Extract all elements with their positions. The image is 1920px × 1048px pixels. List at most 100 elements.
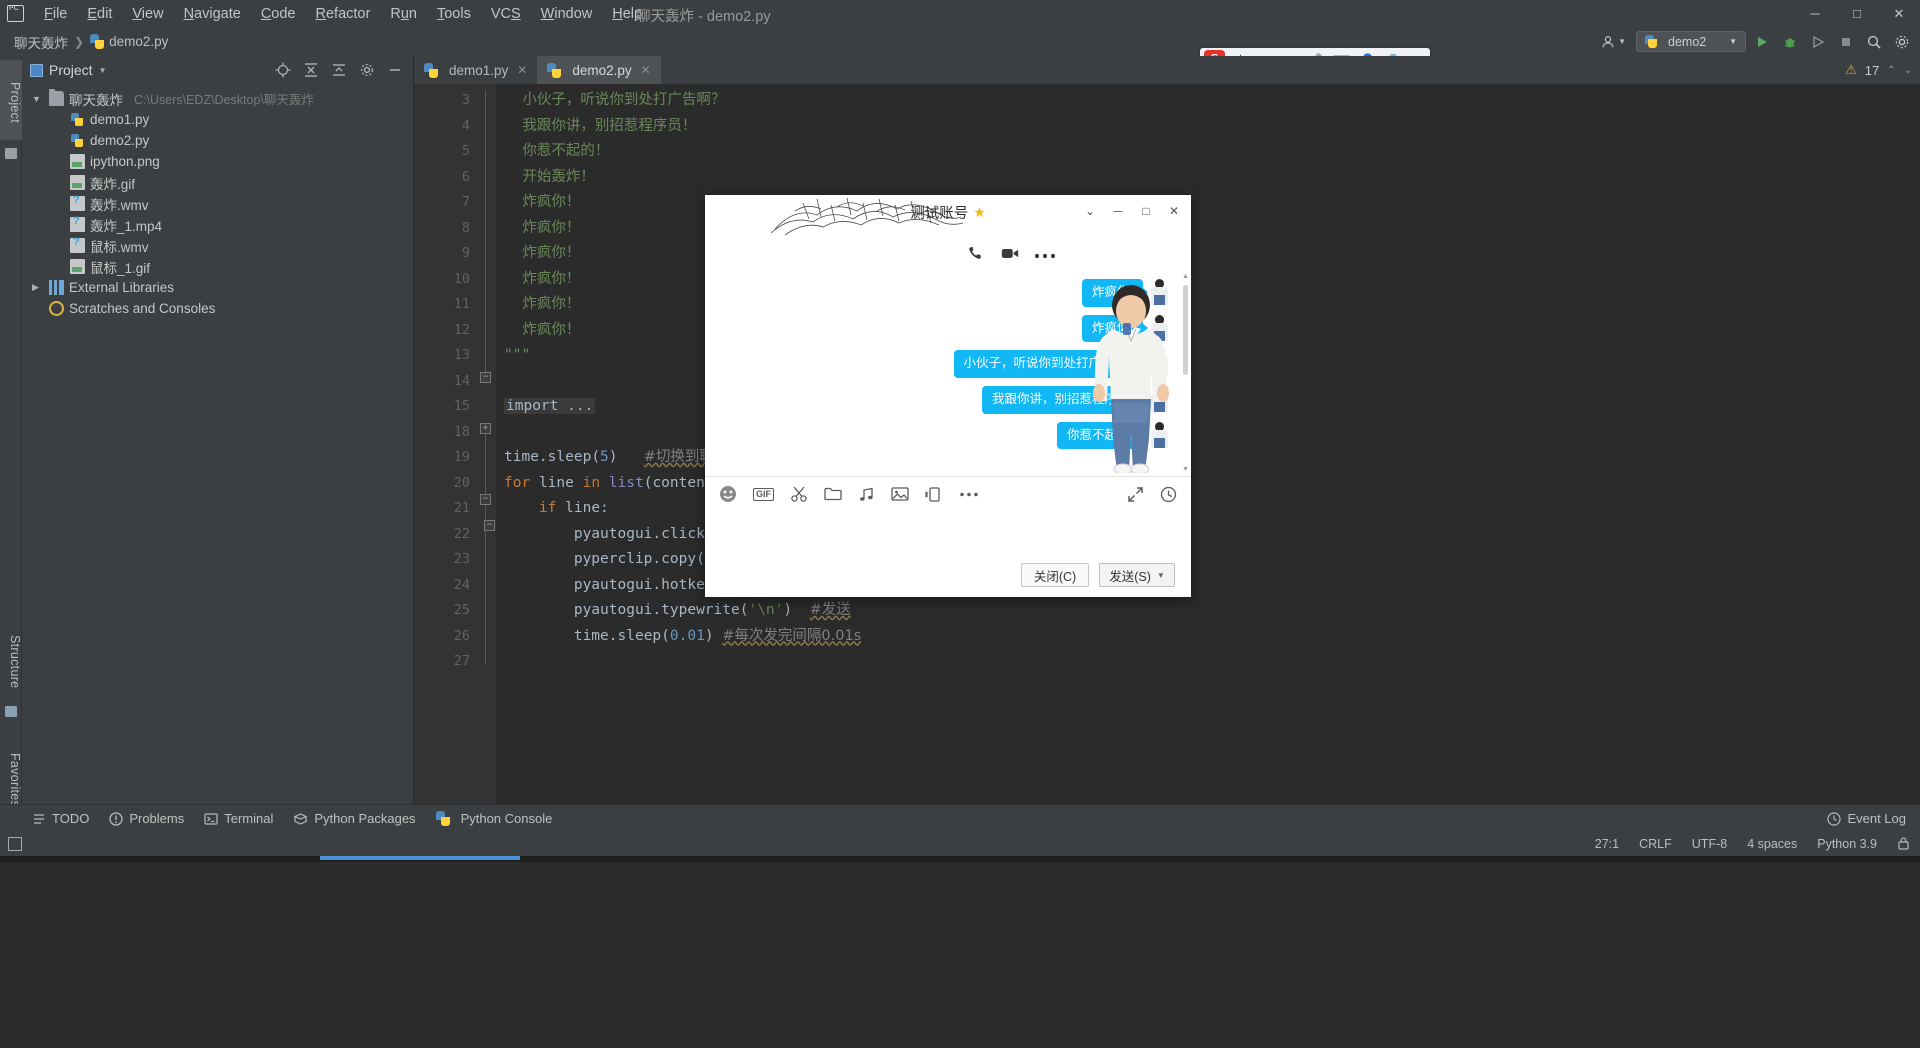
locate-file-icon[interactable] <box>275 62 291 78</box>
menu-run[interactable]: Run <box>380 3 427 25</box>
star-icon[interactable]: ★ <box>973 204 986 221</box>
image-icon[interactable] <box>891 486 909 502</box>
emoji-icon[interactable] <box>719 485 737 503</box>
hide-panel-icon[interactable] <box>387 62 403 78</box>
scroll-up-icon[interactable]: ▲ <box>1182 273 1189 280</box>
chat-collapse-button[interactable]: ⌄ <box>1077 200 1103 222</box>
minimize-button[interactable]: ─ <box>1794 0 1836 27</box>
toggle-toolwindows-icon[interactable] <box>8 837 22 851</box>
settings-gear-icon[interactable] <box>359 62 375 78</box>
fold-marker-for[interactable]: − <box>480 494 491 505</box>
chat-message-input[interactable] <box>705 511 1191 553</box>
chevron-down-icon[interactable]: ▼ <box>1157 571 1165 580</box>
close-button[interactable]: ✕ <box>1878 0 1920 27</box>
send-message-button[interactable]: 发送(S) ▼ <box>1099 563 1175 587</box>
sidebar-strip-structure[interactable]: Structure <box>0 616 22 702</box>
caret-position[interactable]: 27:1 <box>1595 837 1619 851</box>
breadcrumb-project[interactable]: 聊天轰炸 <box>14 32 68 52</box>
chat-scrollbar[interactable]: ▲ ▼ <box>1182 273 1189 473</box>
maximize-button[interactable]: □ <box>1836 0 1878 27</box>
menu-window[interactable]: Window <box>531 3 603 25</box>
chat-maximize-button[interactable]: □ <box>1133 200 1159 222</box>
tree-item[interactable]: ▼ 聊天轰炸 C:\Users\EDZ\Desktop\聊天轰炸 <box>22 88 413 109</box>
bottom-item-python-packages[interactable]: Python Packages <box>293 811 416 826</box>
event-log-button[interactable]: Event Log <box>1827 811 1906 826</box>
fold-marker-if[interactable]: − <box>484 520 495 531</box>
tab-demo2[interactable]: demo2.py ✕ <box>537 56 661 84</box>
more-icon[interactable] <box>959 491 979 498</box>
chevron-down-icon[interactable]: ▼ <box>99 66 107 75</box>
expand-all-icon[interactable] <box>303 62 319 78</box>
menu-vcs[interactable]: VCS <box>481 3 531 25</box>
chat-window[interactable]: 测试账号 ★ ⌄ ─ □ ✕ 炸疯你! 炸疯你! 小伙子，听说你到处打广告啊? 我跟你… <box>705 195 1191 597</box>
menu-refactor[interactable]: Refactor <box>306 3 381 25</box>
tree-item[interactable]: demo1.py <box>22 109 413 130</box>
tree-item[interactable]: 轰炸.gif <box>22 172 413 193</box>
chevron-down-icon[interactable]: ▼ <box>32 94 44 104</box>
folder-icon[interactable] <box>824 486 842 502</box>
tree-item[interactable]: ipython.png <box>22 151 413 172</box>
scrollbar-thumb[interactable] <box>1183 285 1188 375</box>
chevron-down-icon[interactable]: ⌄ <box>1904 65 1912 76</box>
editor-inspection-status[interactable]: ⚠ 17 ⌃ ⌄ <box>1845 56 1912 84</box>
editor-marker-strip[interactable] <box>1907 112 1920 804</box>
fold-marker-docstring[interactable]: − <box>480 372 491 383</box>
debug-icon[interactable] <box>1778 30 1802 54</box>
shake-window-icon[interactable] <box>925 486 943 503</box>
menu-tools[interactable]: Tools <box>427 3 481 25</box>
stop-icon[interactable] <box>1834 30 1858 54</box>
tree-item[interactable]: Scratches and Consoles <box>22 298 413 319</box>
chat-minimize-button[interactable]: ─ <box>1105 200 1131 222</box>
run-icon[interactable] <box>1750 30 1774 54</box>
chevron-right-icon[interactable]: ▶ <box>32 282 44 293</box>
tree-item[interactable]: ▶ External Libraries <box>22 277 413 298</box>
close-chat-button[interactable]: 关闭(C) <box>1021 563 1089 587</box>
menu-code[interactable]: Code <box>251 3 306 25</box>
tree-item[interactable]: demo2.py <box>22 130 413 151</box>
sidebar-strip-project[interactable]: Project <box>0 60 22 140</box>
gif-icon[interactable]: GIF <box>753 487 774 501</box>
tree-item[interactable]: 鼠标.wmv <box>22 235 413 256</box>
screenshot-scissors-icon[interactable] <box>790 485 808 503</box>
tree-item[interactable]: 鼠标_1.gif <box>22 256 413 277</box>
structure-strip-icon[interactable] <box>5 706 17 717</box>
menu-view[interactable]: View <box>122 3 173 25</box>
line-separator[interactable]: CRLF <box>1639 837 1672 851</box>
tree-item[interactable]: 轰炸.wmv <box>22 193 413 214</box>
fullscreen-icon[interactable] <box>1127 486 1144 503</box>
user-account-button[interactable]: ▼ <box>1595 33 1632 51</box>
coverage-icon[interactable] <box>1806 30 1830 54</box>
menu-navigate[interactable]: Navigate <box>174 3 251 25</box>
run-configuration-selector[interactable]: demo2 ▼ <box>1636 31 1746 52</box>
phone-call-icon[interactable] <box>967 244 986 267</box>
python-interpreter[interactable]: Python 3.9 <box>1817 837 1877 851</box>
collapse-all-icon[interactable] <box>331 62 347 78</box>
scroll-down-icon[interactable]: ▼ <box>1182 466 1189 473</box>
video-call-icon[interactable] <box>1000 244 1020 267</box>
close-tab-icon[interactable]: ✕ <box>517 63 527 77</box>
search-icon[interactable] <box>1862 30 1886 54</box>
indent-setting[interactable]: 4 spaces <box>1747 837 1797 851</box>
bottom-item-problems[interactable]: Problems <box>109 811 184 826</box>
breadcrumb-file[interactable]: demo2.py <box>90 34 168 49</box>
close-tab-icon[interactable]: ✕ <box>641 63 651 77</box>
music-icon[interactable] <box>858 486 875 503</box>
tab-demo1[interactable]: demo1.py ✕ <box>414 56 537 84</box>
menu-file[interactable]: FFileile <box>34 3 77 25</box>
settings-gear-icon[interactable] <box>1890 30 1914 54</box>
tree-item[interactable]: 轰炸_1.mp4 <box>22 214 413 235</box>
bottom-item-todo[interactable]: TODO <box>32 811 89 826</box>
bottom-item-python-console[interactable]: Python Console <box>435 811 552 826</box>
chat-close-button[interactable]: ✕ <box>1161 200 1187 222</box>
lock-icon[interactable] <box>1897 836 1910 853</box>
file-encoding[interactable]: UTF-8 <box>1692 837 1727 851</box>
chevron-up-icon[interactable]: ⌃ <box>1887 65 1895 76</box>
chat-message-list[interactable]: 炸疯你! 炸疯你! 小伙子，听说你到处打广告啊? 我跟你讲，别招惹程序员! 你惹不起的!… <box>705 269 1191 477</box>
bottom-item-terminal[interactable]: Terminal <box>204 811 273 826</box>
fold-column[interactable]: − + − − <box>478 84 496 804</box>
folder-strip-icon[interactable] <box>5 148 17 159</box>
history-icon[interactable] <box>1160 486 1177 503</box>
fold-marker-imports[interactable]: + <box>480 423 491 434</box>
menu-edit[interactable]: Edit <box>77 3 122 25</box>
more-options-icon[interactable] <box>1034 247 1056 264</box>
